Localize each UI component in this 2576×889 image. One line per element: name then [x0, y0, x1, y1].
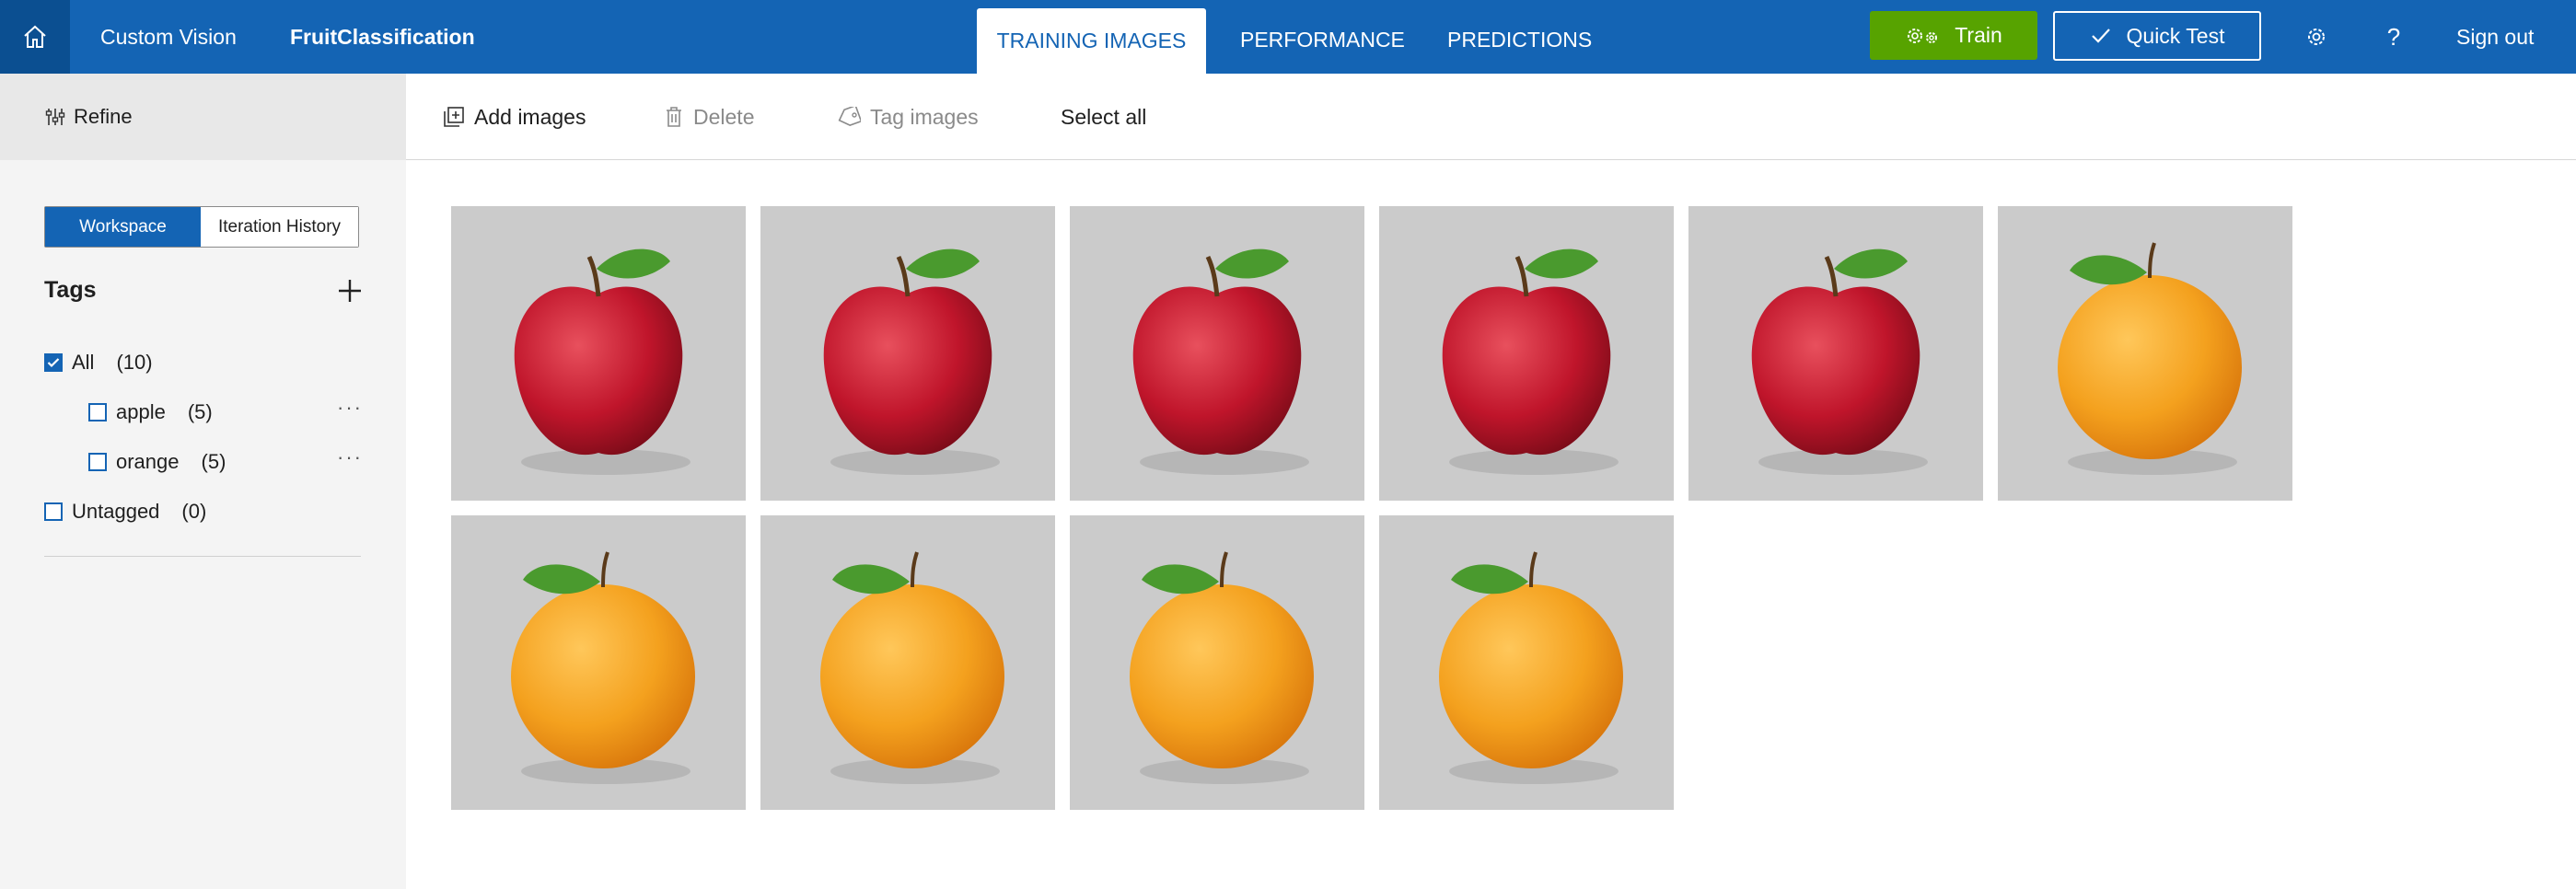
train-label: Train: [1955, 23, 2002, 47]
home-button[interactable]: [0, 0, 70, 74]
image-thumbnail-orange[interactable]: [760, 515, 1055, 810]
quick-test-button[interactable]: Quick Test: [2053, 11, 2261, 61]
image-thumbnail-orange[interactable]: [451, 515, 746, 810]
add-images-icon: [444, 107, 464, 127]
tag-row-apple[interactable]: apple (5): [88, 398, 213, 427]
help-icon: ?: [2386, 22, 2401, 51]
home-icon: [24, 25, 46, 48]
sliders-icon: [45, 109, 65, 125]
tag-name: Untagged: [72, 500, 160, 523]
tab-training-images[interactable]: TRAINING IMAGES: [977, 8, 1206, 74]
image-toolbar: Add images Delete Tag images Select all: [406, 74, 2576, 160]
sidebar-divider: [44, 556, 361, 557]
tag-checkbox-apple[interactable]: [88, 403, 107, 421]
tag-images-label: Tag images: [870, 104, 979, 129]
checkmark-icon: [47, 358, 60, 368]
tag-more-button[interactable]: ···: [337, 396, 363, 420]
settings-button[interactable]: [2300, 20, 2333, 53]
image-thumbnail-orange[interactable]: [1379, 515, 1674, 810]
quick-test-label: Quick Test: [2126, 23, 2225, 48]
top-bar: Custom Vision FruitClassification TRAINI…: [0, 0, 2576, 74]
gears-icon: [1908, 28, 1938, 43]
refine-button[interactable]: Refine: [0, 74, 406, 160]
tag-row-all[interactable]: All (10): [44, 348, 153, 377]
plus-icon: [339, 280, 361, 302]
tag-name: All: [72, 351, 95, 374]
add-images-label: Add images: [474, 104, 586, 129]
add-tag-button[interactable]: [331, 272, 368, 309]
workspace-toggle: Workspace Iteration History: [44, 206, 359, 248]
tag-name: orange: [116, 450, 180, 473]
delete-label: Delete: [693, 104, 755, 129]
tag-checkbox-untagged[interactable]: [44, 502, 63, 521]
tag-row-untagged[interactable]: Untagged (0): [44, 497, 206, 526]
trash-icon: [667, 107, 681, 127]
sign-out-link[interactable]: Sign out: [2456, 0, 2534, 74]
project-name[interactable]: FruitClassification: [290, 0, 475, 74]
image-thumbnail-apple[interactable]: [1688, 206, 1983, 501]
tab-performance[interactable]: PERFORMANCE: [1240, 0, 1405, 74]
tag-count: (5): [201, 450, 226, 473]
select-all-button[interactable]: Select all: [1061, 74, 1146, 160]
image-thumbnail-orange[interactable]: [1070, 515, 1364, 810]
tag-checkbox-orange[interactable]: [88, 453, 107, 471]
iteration-history-option[interactable]: Iteration History: [201, 207, 358, 247]
tag-more-button[interactable]: ···: [337, 445, 363, 469]
refine-label: Refine: [74, 105, 133, 128]
brand-link[interactable]: Custom Vision: [100, 0, 237, 74]
tab-predictions[interactable]: PREDICTIONS: [1447, 0, 1592, 74]
image-thumbnail-orange[interactable]: [1998, 206, 2292, 501]
tag-checkbox-all[interactable]: [44, 353, 63, 372]
tag-images-button[interactable]: Tag images: [837, 74, 979, 160]
image-thumbnail-apple[interactable]: [760, 206, 1055, 501]
image-thumbnail-apple[interactable]: [451, 206, 746, 501]
image-thumbnail-apple[interactable]: [1070, 206, 1364, 501]
tag-count: (10): [116, 351, 153, 374]
tag-count: (5): [187, 400, 213, 423]
tag-icon: [838, 107, 861, 127]
checkmark-icon: [2091, 29, 2110, 43]
image-thumbnail-apple[interactable]: [1379, 206, 1674, 501]
gear-icon: [2308, 29, 2325, 45]
tag-name: apple: [116, 400, 166, 423]
train-button[interactable]: Train: [1870, 11, 2037, 60]
sidebar: Refine Workspace Iteration History Tags …: [0, 74, 406, 889]
tags-heading: Tags: [44, 277, 97, 303]
add-images-button[interactable]: Add images: [443, 74, 586, 160]
tag-count: (0): [181, 500, 207, 523]
workspace-option[interactable]: Workspace: [45, 207, 201, 247]
tag-row-orange[interactable]: orange (5): [88, 447, 226, 477]
delete-button[interactable]: Delete: [664, 74, 754, 160]
help-button[interactable]: ?: [2377, 20, 2410, 53]
